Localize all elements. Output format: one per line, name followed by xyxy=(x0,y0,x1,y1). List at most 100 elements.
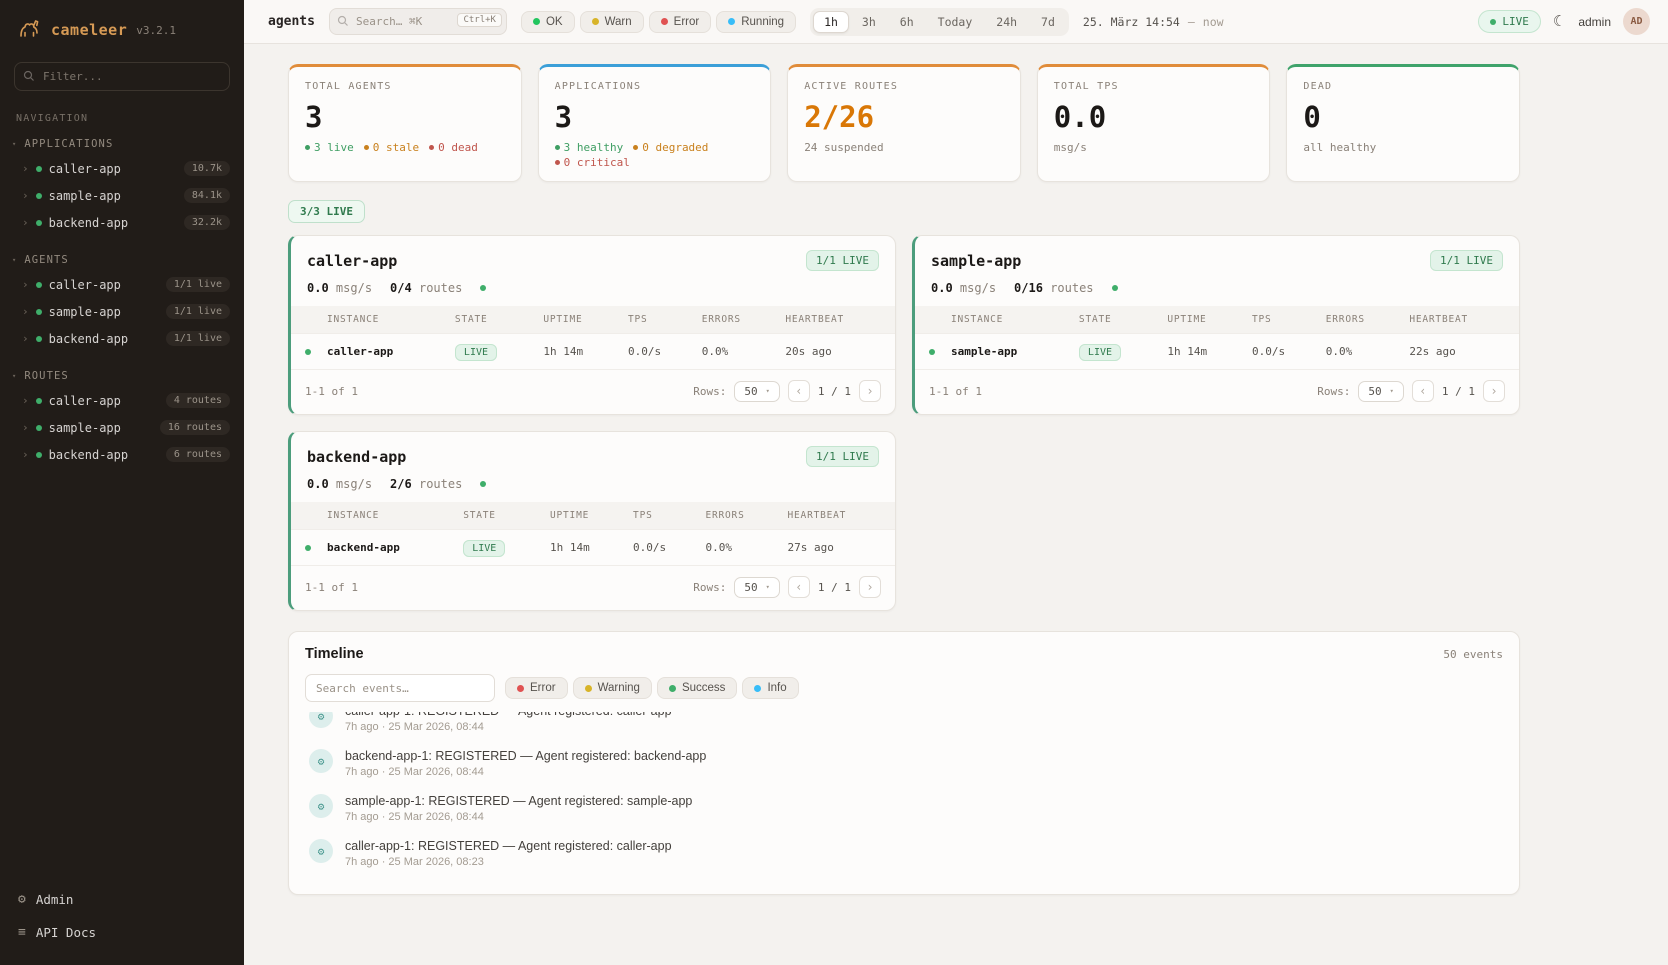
column-header-errors: ERRORS xyxy=(699,502,781,530)
sidebar-item-routes-backend-app[interactable]: › backend-app 6 routes xyxy=(0,441,244,468)
app-cards-grid: caller-app 1/1 LIVE 0.0 msg/s 0/4 routes… xyxy=(288,235,1520,611)
status-dot-icon xyxy=(36,336,42,342)
state-badge: LIVE xyxy=(455,344,497,361)
sidebar-item-meta: 1/1 live xyxy=(166,277,230,292)
instance-row[interactable]: backend-app LIVE 1h 14m 0.0/s 0.0% 27s a… xyxy=(291,530,895,566)
stat-card-active-routes: ACTIVE ROUTES 2/26 24 suspended xyxy=(787,64,1021,182)
column-header-tps: TPS xyxy=(622,306,696,334)
sidebar-item-agents-backend-app[interactable]: › backend-app 1/1 live xyxy=(0,325,244,352)
stat-value: 0.0 xyxy=(1054,100,1254,134)
sidebar-item-api-docs[interactable]: ≡ API Docs xyxy=(0,916,244,949)
time-separator: — xyxy=(1188,15,1195,29)
instance-name: caller-app xyxy=(321,334,449,370)
sidebar-item-label: sample-app xyxy=(49,421,153,435)
instance-row[interactable]: sample-app LIVE 1h 14m 0.0/s 0.0% 22s ag… xyxy=(915,334,1519,370)
events-scroll-area[interactable]: ⚙ caller-app-1: REGISTERED — Agent regis… xyxy=(305,712,1503,880)
dark-mode-toggle[interactable]: ☾ xyxy=(1553,14,1566,29)
sidebar-item-agents-caller-app[interactable]: › caller-app 1/1 live xyxy=(0,271,244,298)
event-filter-info[interactable]: Info xyxy=(742,677,798,699)
caret-down-icon: ▾ xyxy=(12,372,17,380)
next-page-button[interactable]: › xyxy=(859,380,881,402)
sidebar-item-applications-backend-app[interactable]: › backend-app 32.2k xyxy=(0,209,244,236)
next-page-button[interactable]: › xyxy=(1483,380,1505,402)
rows-per-page-select[interactable]: 50▾ xyxy=(1358,381,1403,402)
event-filter-success[interactable]: Success xyxy=(657,677,737,699)
app-rate: 0.0 msg/s xyxy=(307,281,372,295)
global-search: Ctrl+K xyxy=(329,8,507,35)
prev-page-button[interactable]: ‹ xyxy=(788,380,810,402)
api-docs-label: API Docs xyxy=(36,925,96,940)
sidebar-item-meta: 1/1 live xyxy=(166,304,230,319)
filter-chip-running[interactable]: Running xyxy=(716,11,796,33)
event-gear-icon: ⚙ xyxy=(309,794,333,818)
app-live-badge: 1/1 LIVE xyxy=(806,250,879,271)
event-item[interactable]: ⚙ caller-app-1: REGISTERED — Agent regis… xyxy=(305,712,1503,741)
stat-sub-critical: 0 critical xyxy=(555,156,630,169)
next-page-button[interactable]: › xyxy=(859,576,881,598)
errors-cell: 0.0% xyxy=(1320,334,1404,370)
rows-per-page-select[interactable]: 50▾ xyxy=(734,381,779,402)
section-label: ROUTES xyxy=(24,370,69,382)
range-button-1h[interactable]: 1h xyxy=(813,11,849,33)
stat-card-dead: DEAD 0 all healthy xyxy=(1286,64,1520,182)
column-header-uptime: UPTIME xyxy=(1161,306,1246,334)
chip-label: Warn xyxy=(605,16,632,28)
sidebar-item-admin[interactable]: ⚙ Admin xyxy=(0,883,244,916)
sidebar-section-applications: ▾ APPLICATIONS › caller-app 10.7k › samp… xyxy=(0,130,244,236)
chip-label: Error xyxy=(674,16,700,28)
caret-down-icon: ▾ xyxy=(12,140,17,148)
stat-card-total-agents: TOTAL AGENTS 3 3 live 0 stale 0 dead xyxy=(288,64,522,182)
prev-page-button[interactable]: ‹ xyxy=(1412,380,1434,402)
event-filter-warning[interactable]: Warning xyxy=(573,677,652,699)
sidebar-section-header-routes[interactable]: ▾ ROUTES xyxy=(0,362,244,387)
instance-row[interactable]: caller-app LIVE 1h 14m 0.0/s 0.0% 20s ag… xyxy=(291,334,895,370)
event-gear-icon: ⚙ xyxy=(309,712,333,728)
rows-per-page-select[interactable]: 50▾ xyxy=(734,577,779,598)
stat-sub-stale: 0 stale xyxy=(364,141,419,154)
chevron-right-icon: › xyxy=(22,278,29,291)
live-label: LIVE xyxy=(1502,15,1529,28)
filter-input[interactable] xyxy=(14,62,230,91)
status-dot-icon xyxy=(36,193,42,199)
uptime-cell: 1h 14m xyxy=(544,530,627,566)
gear-icon: ⚙ xyxy=(18,892,26,907)
time-start: 25. März 14:54 xyxy=(1083,15,1180,29)
filter-chip-error[interactable]: Error xyxy=(649,11,712,33)
events-search-input[interactable] xyxy=(305,674,495,702)
sidebar-item-routes-sample-app[interactable]: › sample-app 16 routes xyxy=(0,414,244,441)
range-button-24h[interactable]: 24h xyxy=(985,11,1028,33)
range-button-3h[interactable]: 3h xyxy=(851,11,887,33)
prev-page-button[interactable]: ‹ xyxy=(788,576,810,598)
range-button-today[interactable]: Today xyxy=(927,11,984,33)
rows-label: Rows: xyxy=(693,581,726,594)
event-filter-error[interactable]: Error xyxy=(505,677,568,699)
event-title: sample-app-1: REGISTERED — Agent registe… xyxy=(345,794,692,808)
sidebar-item-applications-sample-app[interactable]: › sample-app 84.1k xyxy=(0,182,244,209)
error-dot-icon xyxy=(661,18,668,25)
sidebar-footer: ⚙ Admin ≡ API Docs xyxy=(0,875,244,965)
chevron-right-icon: › xyxy=(22,448,29,461)
event-item[interactable]: ⚙ caller-app-1: REGISTERED — Agent regis… xyxy=(305,831,1503,876)
navigation-label: NAVIGATION xyxy=(0,101,244,130)
stat-value: 3 xyxy=(555,100,755,134)
instance-name: backend-app xyxy=(321,530,457,566)
range-button-7d[interactable]: 7d xyxy=(1030,11,1066,33)
range-button-6h[interactable]: 6h xyxy=(889,11,925,33)
sidebar-filter xyxy=(14,62,230,91)
sidebar-item-applications-caller-app[interactable]: › caller-app 10.7k xyxy=(0,155,244,182)
sidebar-section-header-applications[interactable]: ▾ APPLICATIONS xyxy=(0,130,244,155)
filter-chip-warn[interactable]: Warn xyxy=(580,11,644,33)
filter-chip-ok[interactable]: OK xyxy=(521,11,575,33)
event-gear-icon: ⚙ xyxy=(309,839,333,863)
event-item[interactable]: ⚙ backend-app-1: REGISTERED — Agent regi… xyxy=(305,741,1503,786)
event-item[interactable]: ⚙ sample-app-1: REGISTERED — Agent regis… xyxy=(305,786,1503,831)
stat-card-applications: APPLICATIONS 3 3 healthy 0 degraded 0 cr… xyxy=(538,64,772,182)
avatar[interactable]: AD xyxy=(1623,8,1650,35)
red-dot-icon xyxy=(429,145,434,150)
sidebar-item-routes-caller-app[interactable]: › caller-app 4 routes xyxy=(0,387,244,414)
app-logo[interactable]: cameleer v3.2.1 xyxy=(0,0,244,56)
sidebar-item-agents-sample-app[interactable]: › sample-app 1/1 live xyxy=(0,298,244,325)
live-status-badge[interactable]: LIVE xyxy=(1478,10,1541,33)
sidebar-section-header-agents[interactable]: ▾ AGENTS xyxy=(0,246,244,271)
app-version: v3.2.1 xyxy=(136,24,176,37)
